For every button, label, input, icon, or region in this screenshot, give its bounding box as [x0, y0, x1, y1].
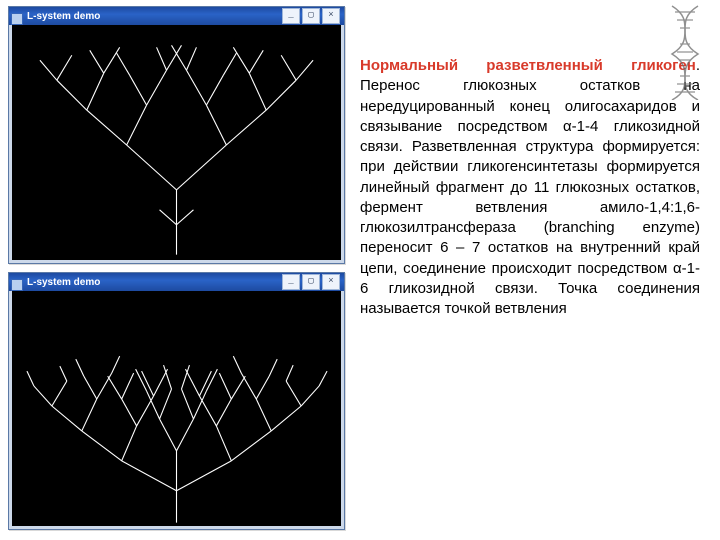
window-lsystem-top: L-system demo _ ▢ × [8, 6, 345, 264]
minimize-button[interactable]: _ [282, 8, 300, 24]
title-top: L-system demo [13, 11, 282, 22]
window-buttons-top: _ ▢ × [282, 8, 340, 24]
tree-graphic-top [12, 25, 341, 260]
dna-helix-icon [662, 4, 708, 100]
text-highlight: Нормальный разветвленный гликоген [360, 57, 696, 74]
titlebar-bottom[interactable]: L-system demo _ ▢ × [9, 273, 344, 291]
window-lsystem-bottom: L-system demo _ ▢ × [8, 272, 345, 530]
title-bottom: L-system demo [13, 277, 282, 288]
titlebar-top[interactable]: L-system demo _ ▢ × [9, 7, 344, 25]
tree-graphic-bottom [12, 291, 341, 526]
slide-container: L-system demo _ ▢ × [0, 0, 720, 540]
canvas-bottom [12, 291, 341, 526]
close-button[interactable]: × [322, 274, 340, 290]
maximize-button[interactable]: ▢ [302, 274, 320, 290]
minimize-button[interactable]: _ [282, 274, 300, 290]
window-buttons-bottom: _ ▢ × [282, 274, 340, 290]
body-text: Нормальный разветвленный гликоген. Перен… [360, 56, 700, 319]
canvas-top [12, 25, 341, 260]
close-button[interactable]: × [322, 8, 340, 24]
text-rest: . Перенос глюкозных остатков на нередуци… [360, 57, 700, 317]
maximize-button[interactable]: ▢ [302, 8, 320, 24]
